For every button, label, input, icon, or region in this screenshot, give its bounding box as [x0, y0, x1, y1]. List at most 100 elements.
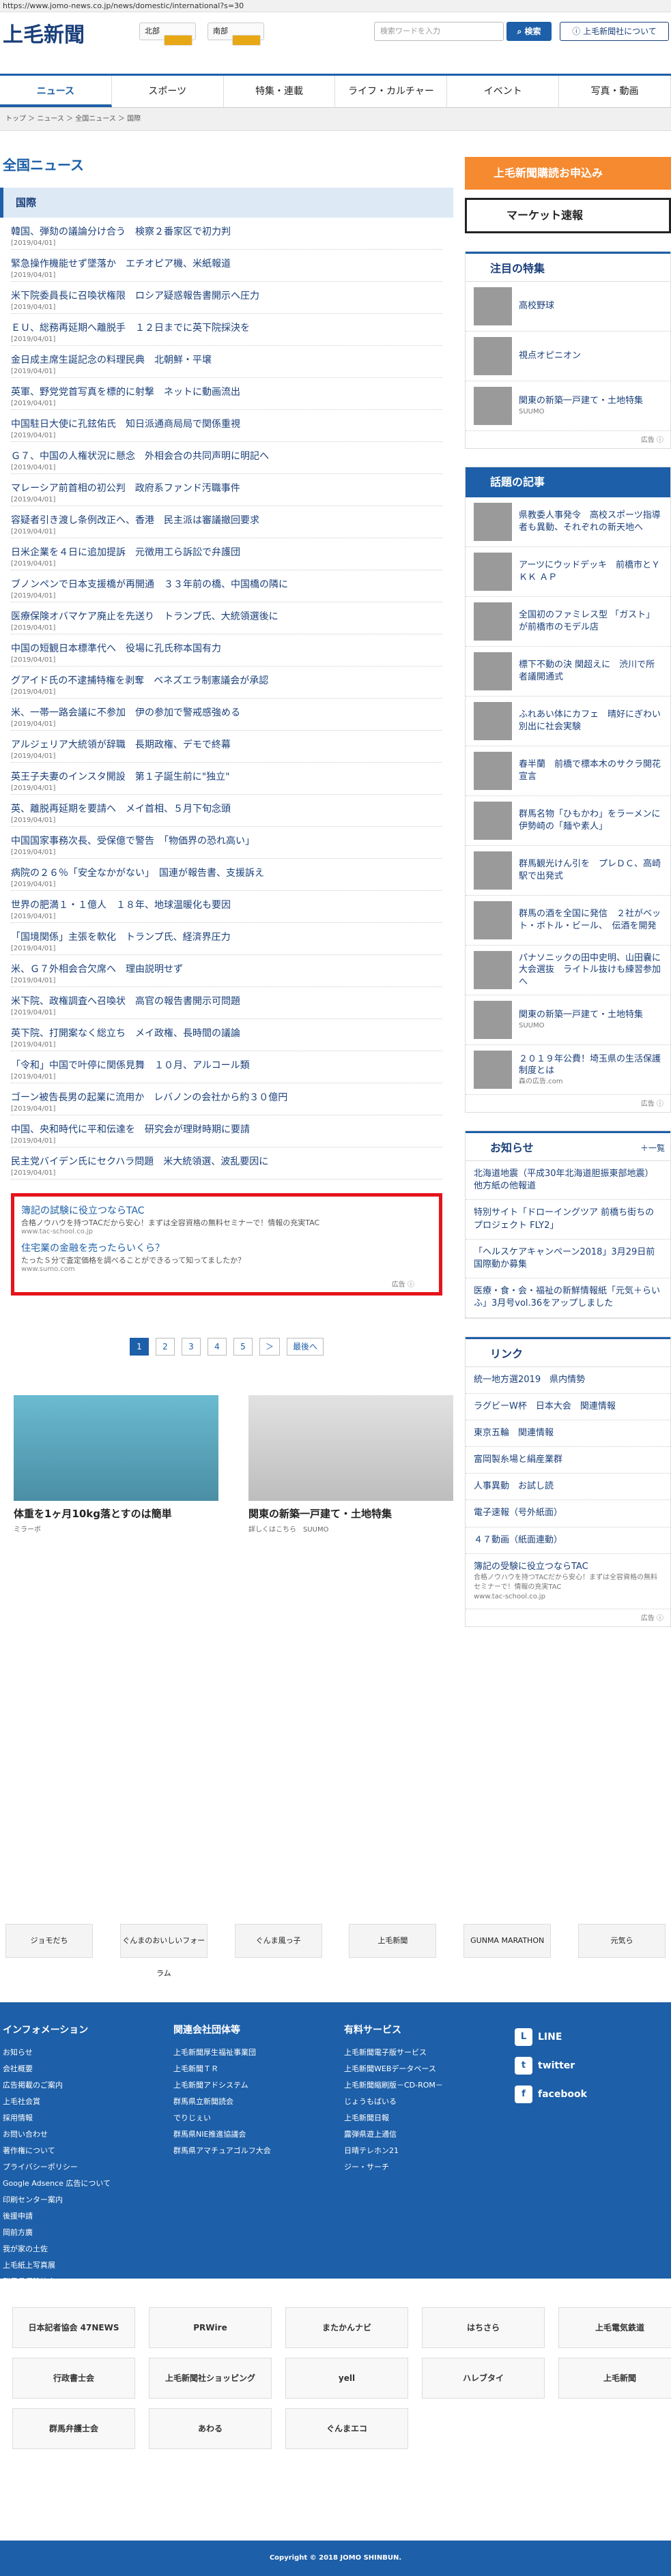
- footer-link[interactable]: 上毛社会賞: [3, 2094, 171, 2110]
- list-item[interactable]: 日米企業を４日に追加提訴 元徴用工ら訴訟で弁護団 [2019/04/01]: [11, 538, 442, 570]
- nav-news[interactable]: ニュース: [0, 76, 112, 107]
- ad-label[interactable]: 広告 ⓘ: [21, 1278, 432, 1289]
- footer-link[interactable]: 上毛新聞アドシステム: [173, 2077, 341, 2094]
- sponsor-banner[interactable]: はちさら: [422, 2307, 545, 2348]
- sidebar-item[interactable]: ふれあい体にカフェ 晴好にぎわい別出に社会実験: [466, 697, 670, 746]
- footer-link[interactable]: 広告掲載のご案内: [3, 2077, 171, 2094]
- list-item[interactable]: 民主党バイデン氏にセクハラ問題 米大統領選、波乱要因に [2019/04/01]: [11, 1147, 442, 1180]
- list-item[interactable]: 「国境関係」主張を軟化 トランプ氏、経済界圧力 [2019/04/01]: [11, 923, 442, 955]
- sidebar-item[interactable]: ２０１９年公費！埼玉県の生活保護制度とは 森の広告.com: [466, 1045, 670, 1095]
- sponsor-banner[interactable]: 上毛新聞社ショッピング: [149, 2358, 272, 2399]
- banner[interactable]: GUNMA MARATHON: [463, 1924, 552, 1958]
- news-title[interactable]: 医療保険オバマケア廃止を先送り トランプ氏、大統領選後に: [11, 609, 442, 623]
- list-item[interactable]: ブノンペンで日本支援橋が再開通 ３３年前の橋、中国橋の隣に [2019/04/01…: [11, 570, 442, 602]
- list-item[interactable]: 英王子夫妻のインスタ開設 第１子誕生前に"独立" [2019/04/01]: [11, 763, 442, 795]
- sponsor-banner[interactable]: yell: [285, 2358, 408, 2399]
- news-title[interactable]: 世界の肥満１・１億人 １８年、地球温暖化も要因: [11, 898, 442, 911]
- south-edition-button[interactable]: 南部: [208, 23, 264, 46]
- footer-link[interactable]: 群馬県立新聞読会: [173, 2094, 341, 2110]
- news-title[interactable]: 病院の２６％「安全なかがない」 国連が報告書、支援訴え: [11, 866, 442, 879]
- about-company-button[interactable]: ⓘ 上毛新聞社について: [560, 22, 669, 41]
- list-item[interactable]: 中国の短観日本標準代へ 役場に孔氏称本国有力 [2019/04/01]: [11, 634, 442, 667]
- list-item[interactable]: ゴーン被告長男の起業に流用か レバノンの会社から約３０億円 [2019/04/01…: [11, 1083, 442, 1115]
- news-title[interactable]: 韓国、弾劾の議論分け合う 検察２番家区で初力判: [11, 224, 442, 238]
- notice-item[interactable]: 特別サイト「ドローイングツア 前橋ち街ちのプロジェクト FLY2」: [466, 1200, 670, 1240]
- footer-link[interactable]: 上毛新聞電子版サービス: [344, 2045, 512, 2061]
- notice-item[interactable]: 北海道地震（平成30年北海道胆振東部地震） 他方紙の他報道: [466, 1161, 670, 1201]
- footer-link[interactable]: ジー・サーチ: [344, 2159, 512, 2176]
- footer-link[interactable]: Google Adsence 広告について: [3, 2176, 171, 2192]
- notice-item[interactable]: 「ヘルスケアキャンペーン2018」3月29日前国際動か募集: [466, 1240, 670, 1279]
- list-item[interactable]: ＥＵ、総務再延期へ離脱手 １２日までに英下院採決を [2019/04/01]: [11, 314, 442, 346]
- news-title[interactable]: 米、Ｇ７外相会合欠席へ 理由説明せず: [11, 962, 442, 976]
- footer-link[interactable]: 日晴テレホン21: [344, 2143, 512, 2159]
- list-item[interactable]: 病院の２６％「安全なかがない」 国連が報告書、支援訴え [2019/04/01]: [11, 859, 442, 891]
- link-item[interactable]: 富岡製糸場と絹産業群: [466, 1447, 670, 1474]
- sidebar-item[interactable]: 全国初のファミレス型 「ガスト」が前橋市のモデル店: [466, 597, 670, 647]
- ad-headline[interactable]: 簿記の試験に役立つならTAC: [21, 1203, 432, 1217]
- footer-link[interactable]: 著作権について: [3, 2143, 171, 2159]
- sidebar-item[interactable]: アーツにウッドデッキ 前橋市とＹＫＫ ＡＰ: [466, 547, 670, 597]
- sidebar-item[interactable]: パナソニックの田中史明、山田嚢に大会選抜 ライトル抜けも練習参加へ: [466, 946, 670, 995]
- news-title[interactable]: 中国、央和時代に平和伝達を 研究会が理財時期に要請: [11, 1122, 442, 1136]
- list-item[interactable]: 米、一帯一路会議に不参加 伊の参加で警戒感強める [2019/04/01]: [11, 699, 442, 731]
- footer-link[interactable]: 上毛新聞日報: [344, 2110, 512, 2126]
- news-title[interactable]: 中国国家事務次長、受保億で警告 「物価界の恐れ高い」: [11, 834, 442, 847]
- footer-link[interactable]: 印刷センター案内: [3, 2192, 171, 2208]
- news-title[interactable]: 英王子夫妻のインスタ開設 第１子誕生前に"独立": [11, 770, 442, 783]
- ad-label[interactable]: 広告 ⓘ: [466, 431, 670, 448]
- news-title[interactable]: 緊急操作機能せず墜落か エチオピア機、米紙報道: [11, 257, 442, 270]
- address-bar[interactable]: https://www.jomo-news.co.jp/news/domesti…: [0, 0, 671, 12]
- sponsor-banner[interactable]: 上毛電気鉄道: [558, 2307, 671, 2348]
- footer-link[interactable]: でりじぇい: [173, 2110, 341, 2126]
- sidebar-item[interactable]: 標下不動の決 関超えに 渋川で所者議開通式: [466, 647, 670, 697]
- sidebar-item[interactable]: 春半蘭 前橋で標本木のサクラ開花宣言: [466, 746, 670, 796]
- footer-link[interactable]: じょうもばいる: [344, 2094, 512, 2110]
- list-item[interactable]: 英軍、野党党首写真を標的に射撃 ネットに動画流出 [2019/04/01]: [11, 378, 442, 410]
- nav-features[interactable]: 特集・連載: [224, 76, 336, 107]
- market-button[interactable]: マーケット速報: [465, 198, 671, 233]
- list-item[interactable]: 中国駐日大使に孔鉉佑氏 知日派通商局局で関係重視 [2019/04/01]: [11, 410, 442, 442]
- news-title[interactable]: 英下院、打開案なく総立ち メイ政権、長時間の議論: [11, 1026, 442, 1040]
- footer-link[interactable]: 岡前方廣: [3, 2225, 171, 2241]
- link-item[interactable]: 統一地方選2019 県内情勢: [466, 1367, 670, 1394]
- facebook-link[interactable]: f facebook: [515, 2080, 587, 2109]
- sponsor-banner[interactable]: 日本記者協会 47NEWS: [12, 2307, 135, 2348]
- sidebar-item[interactable]: 視点オピニオン: [466, 332, 670, 381]
- news-title[interactable]: Ｇ７、中国の人権状況に懸念 外相会合の共同声明に明記へ: [11, 449, 442, 463]
- link-item[interactable]: 人事異動 お試し読: [466, 1474, 670, 1501]
- list-item[interactable]: 中国、央和時代に平和伝達を 研究会が理財時期に要請 [2019/04/01]: [11, 1115, 442, 1147]
- news-title[interactable]: 容疑者引き渡し条例改正へ、香港 民主派は審議撤回要求: [11, 513, 442, 527]
- sidebar-item[interactable]: 群馬観光けん引を プレＤＣ、高崎駅で出発式: [466, 846, 670, 896]
- ad-label[interactable]: 広告 ⓘ: [466, 1095, 670, 1112]
- list-item[interactable]: 米、Ｇ７外相会合欠席へ 理由説明せず [2019/04/01]: [11, 955, 442, 987]
- news-title[interactable]: マレーシア前首相の初公判 政府系ファンド汚職事件: [11, 481, 442, 495]
- nav-sports[interactable]: スポーツ: [112, 76, 224, 107]
- text-ad[interactable]: 簿記の試験に役立つならTAC 合格ノウハウを持つTACだから安心！まずは全容資格…: [11, 1193, 442, 1296]
- last-page[interactable]: 最後へ: [287, 1338, 324, 1356]
- footer-link[interactable]: 上毛紙上写真展: [3, 2257, 171, 2274]
- banner[interactable]: 上毛新聞: [349, 1924, 437, 1958]
- footer-link[interactable]: 露弾県遊上通信: [344, 2126, 512, 2143]
- notice-item[interactable]: 医療・食・会・福祉の新鮮情報紙「元気＋らいふ」3月号vol.36をアップしました: [466, 1278, 670, 1318]
- ad-label[interactable]: 広告 ⓘ: [466, 1609, 670, 1626]
- sidebar-item[interactable]: 県教委人事発令 高校スポーツ指導者も異動、それぞれの新天地へ: [466, 497, 670, 547]
- footer-link[interactable]: お知らせ: [3, 2045, 171, 2061]
- news-title[interactable]: 日米企業を４日に追加提訴 元徴用工ら訴訟で弁護団: [11, 545, 442, 559]
- sidebar-item[interactable]: 群馬の酒を全国に発信 ２社がベット・ボトル・ビール、 伝酒を開発: [466, 896, 670, 946]
- news-title[interactable]: アルジェリア大統領が辞職 長期政権、デモで終幕: [11, 737, 442, 751]
- ad-headline[interactable]: 住宅業の金融を売ったらいくら？: [21, 1241, 432, 1255]
- list-item[interactable]: マレーシア前首相の初公判 政府系ファンド汚職事件 [2019/04/01]: [11, 474, 442, 506]
- news-title[interactable]: 中国の短観日本標準代へ 役場に孔氏称本国有力: [11, 641, 442, 655]
- twitter-link[interactable]: t twitter: [515, 2051, 587, 2080]
- sponsor-banner[interactable]: ハレブタイ: [422, 2358, 545, 2399]
- page-5[interactable]: 5: [233, 1338, 253, 1356]
- search-input[interactable]: 検索ワードを入力: [374, 22, 504, 41]
- ad-card[interactable]: 関東の新築一戸建て・土地特集 詳しくはこちら SUUMO: [248, 1395, 453, 1564]
- page-2[interactable]: 2: [155, 1338, 175, 1356]
- list-item[interactable]: 緊急操作機能せず墜落か エチオピア機、米紙報道 [2019/04/01]: [11, 250, 442, 282]
- sponsor-banner[interactable]: 上毛新聞: [558, 2358, 671, 2399]
- list-item[interactable]: 米下院委員長に召喚状権限 ロシア疑惑報告書開示へ圧力 [2019/04/01]: [11, 282, 442, 314]
- news-title[interactable]: 中国駐日大使に孔鉉佑氏 知日派通商局局で関係重視: [11, 417, 442, 430]
- nav-events[interactable]: イベント: [447, 76, 560, 107]
